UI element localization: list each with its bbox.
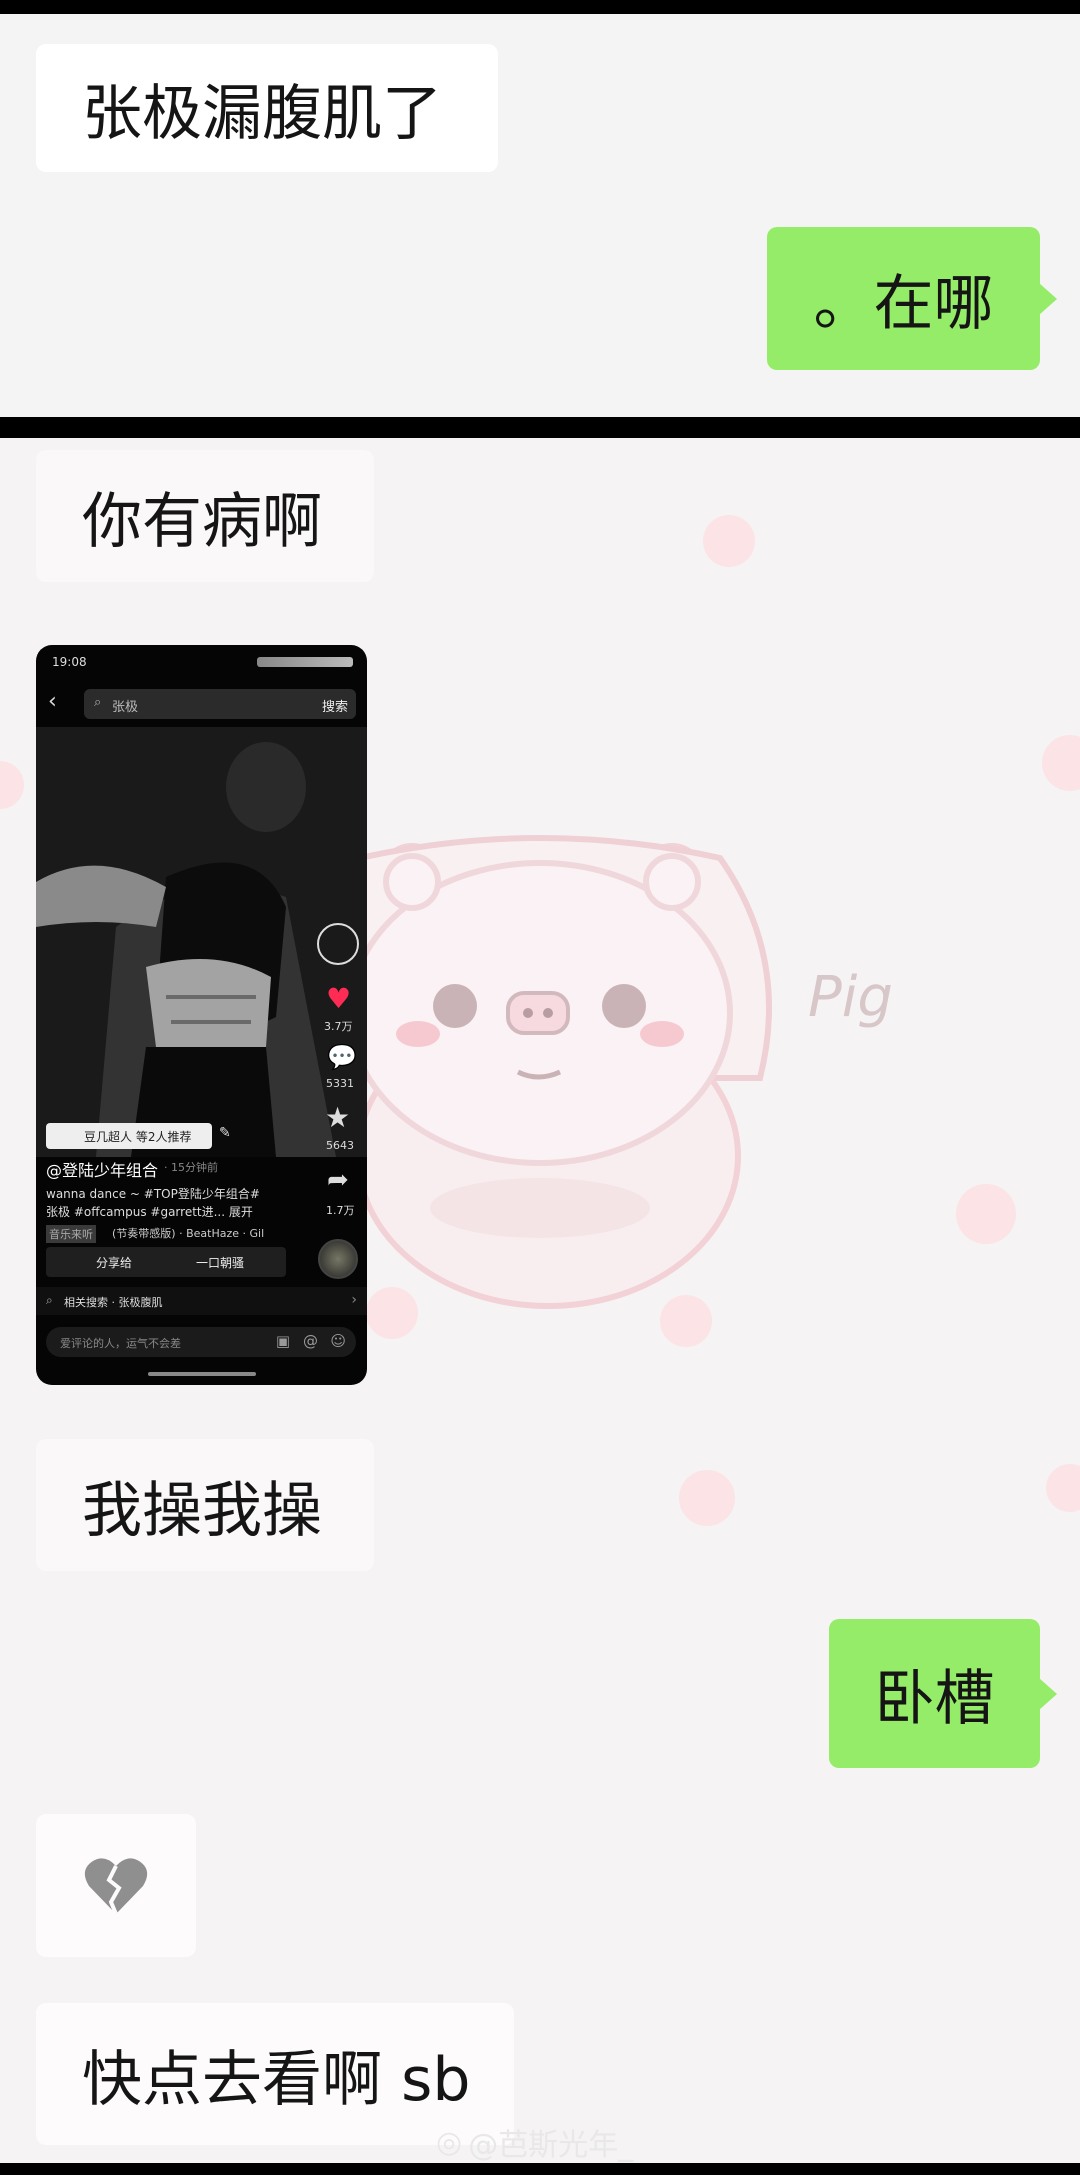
caption-line: wanna dance ~ #TOP登陆少年组合# (46, 1187, 260, 1201)
message-text: 张极漏腹肌了 (82, 78, 442, 149)
status-time: 19:08 (52, 655, 87, 669)
message-text: 卧槽 (874, 1664, 995, 1734)
related-search-bar[interactable]: ⌕ 相关搜索 · 张极腹肌 › (36, 1287, 367, 1315)
mention-icon[interactable]: @ (303, 1332, 318, 1350)
music-tag[interactable]: 音乐来听 (46, 1225, 96, 1243)
star-icon[interactable]: ★ (325, 1101, 350, 1134)
message-bubble-sent[interactable]: 卧槽 (829, 1619, 1057, 1768)
message-text: 。在哪 (813, 269, 994, 339)
message-bubble-received[interactable]: 我操我操 (36, 1439, 374, 1571)
search-button[interactable]: 搜索 (322, 696, 348, 715)
search-bar[interactable]: ⌕ 张极 搜索 (84, 689, 356, 719)
home-indicator (148, 1372, 256, 1376)
recommend-tag[interactable]: 豆几超人 等2人推荐 (46, 1123, 212, 1149)
chat-panel-top: 张极漏腹肌了 。在哪 (0, 14, 1080, 417)
caption-line[interactable]: 张极 #offcampus #garrett进... 展开 (46, 1203, 253, 1220)
like-icon[interactable]: ♥ (326, 982, 351, 1015)
edit-icon[interactable]: ✎ (219, 1125, 231, 1141)
chat-panel-bottom: Pig 你有病啊 19:08 ‹ ⌕ 张极 搜索 ♥ 3.7万 💬 5331 ★… (0, 438, 1080, 2163)
like-count: 3.7万 (324, 1020, 353, 1033)
author-name[interactable]: @登陆少年组合 (46, 1157, 158, 1181)
avatar[interactable] (317, 923, 359, 965)
comment-icon[interactable]: 💬 (327, 1043, 357, 1071)
message-bubble-received[interactable]: 张极漏腹肌了 (36, 44, 498, 172)
message-bubble-received[interactable] (36, 1814, 196, 1957)
share-icon[interactable]: ➦ (327, 1165, 349, 1195)
music-disc-icon[interactable] (318, 1239, 358, 1279)
share-bar[interactable]: 分享给 一口朝骚 (46, 1247, 286, 1277)
image-icon[interactable]: ▣ (276, 1332, 290, 1350)
share-count: 1.7万 (326, 1204, 355, 1217)
message-text: 你有病啊 (82, 486, 322, 557)
broken-heart-icon (84, 1857, 148, 1915)
weibo-logo-icon: ◎ (436, 2124, 463, 2160)
star-count: 5643 (326, 1139, 354, 1152)
search-icon: ⌕ (46, 1293, 53, 1307)
message-text: 快点去看啊 sb (82, 2044, 471, 2115)
emoji-icon[interactable]: ☺ (330, 1332, 346, 1350)
comment-count: 5331 (326, 1077, 354, 1090)
share-to-friend: 一口朝骚 (196, 1256, 245, 1270)
svg-text:Pig: Pig (808, 965, 893, 1030)
post-time: · 15分钟前 (164, 1161, 218, 1174)
message-text: 我操我操 (82, 1475, 322, 1546)
watermark: ◎ @芭斯光年_ (436, 2124, 634, 2164)
message-bubble-received[interactable]: 你有病啊 (36, 450, 374, 582)
search-query: 张极 (112, 700, 139, 715)
back-icon[interactable]: ‹ (48, 689, 57, 714)
music-title[interactable]: (节奏带感版) · BeatHaze · Gil (112, 1225, 264, 1241)
comment-input[interactable]: 爱评论的人，运气不会差 ▣ @ ☺ (46, 1327, 356, 1357)
search-icon: ⌕ (94, 695, 102, 710)
video-screenshot-image[interactable]: 19:08 ‹ ⌕ 张极 搜索 ♥ 3.7万 💬 5331 ★ 5643 ➦ 1… (36, 645, 367, 1385)
message-bubble-sent[interactable]: 。在哪 (767, 227, 1057, 370)
status-icons (257, 657, 353, 667)
share-to-label: 分享给 (96, 1256, 133, 1270)
chevron-right-icon: › (351, 1292, 357, 1308)
